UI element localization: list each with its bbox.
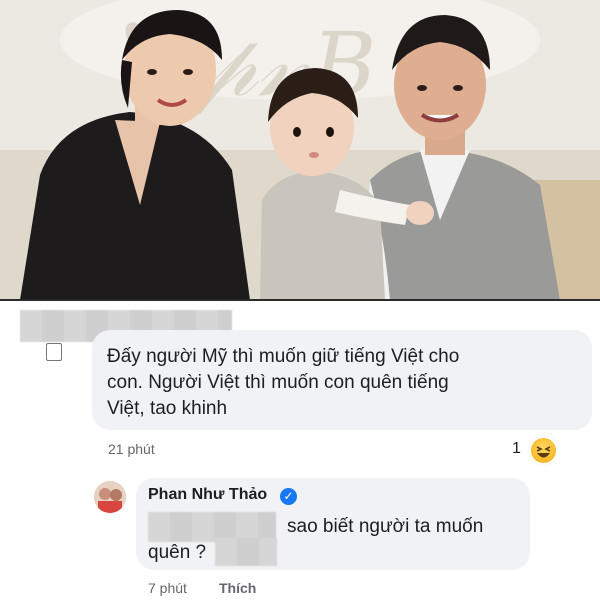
phan-nhu-thao-avatar[interactable]	[94, 481, 126, 513]
comment-1-line-2: con. Người Việt thì muốn con quên tiếng	[107, 372, 449, 393]
photo-divider	[0, 299, 600, 301]
verified-badge-icon: ✓	[280, 488, 297, 505]
like-button[interactable]: Thích	[219, 580, 256, 596]
comment-1-line-1: Đấy người Mỹ thì muốn giữ tiếng Việt cho	[107, 346, 460, 367]
comment-2-author[interactable]: Phan Như Thảo	[148, 486, 267, 504]
redacted-text	[215, 538, 277, 566]
comment-1-time[interactable]: 21 phút	[108, 441, 155, 457]
comment-2-line-2: quên ?	[148, 542, 207, 563]
haha-icon[interactable]	[529, 436, 558, 465]
comment-2-time[interactable]: 7 phút	[148, 580, 187, 596]
comment-1-line-3: Việt, tao khinh	[107, 398, 228, 419]
family-photo-illustration: Ὑ𝓅𝓃𝐵	[0, 0, 600, 300]
redacted-avatar-icon	[46, 343, 62, 361]
family-photo: Ὑ𝓅𝓃𝐵	[0, 0, 600, 300]
comment-2-line-1: sao biết người ta muốn	[287, 516, 484, 537]
comment-1-reaction-count[interactable]: 1	[512, 440, 521, 458]
